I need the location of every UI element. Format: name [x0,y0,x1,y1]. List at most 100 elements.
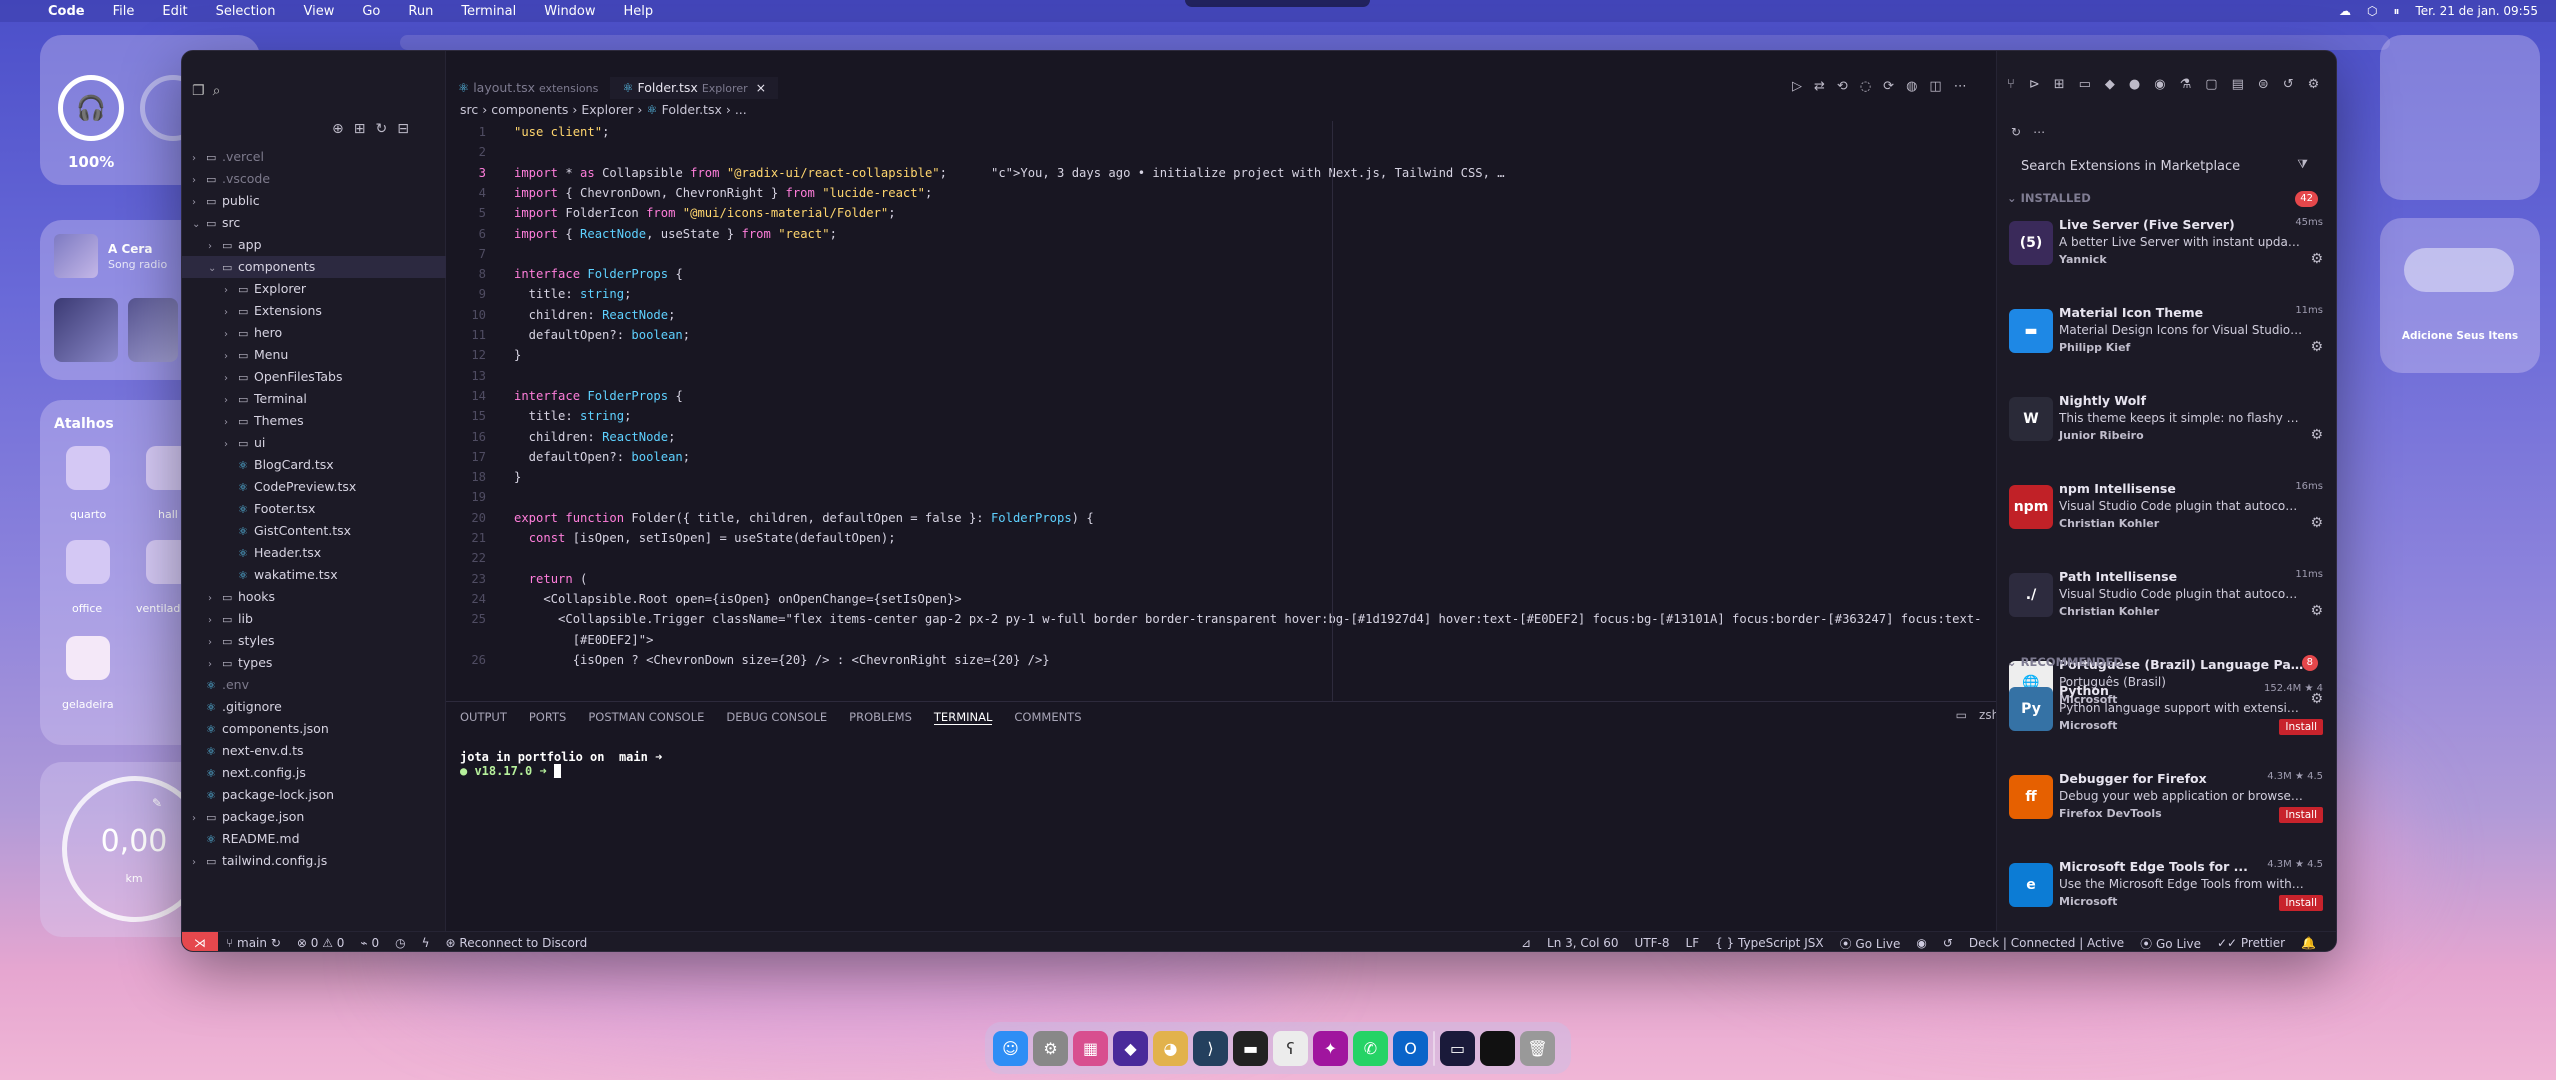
cube-icon[interactable]: ⬡ [2367,4,2377,18]
figma-icon[interactable]: ✦ [1313,1030,1348,1066]
terminal-icon[interactable]: ▭ [1956,708,1967,722]
recent-album[interactable] [54,298,118,362]
apple-tv-icon[interactable] [1480,1030,1515,1066]
launchpad-icon[interactable]: ▦ [1073,1030,1108,1066]
tree-folder[interactable]: › ▭ OpenFilesTabs [182,366,446,388]
extension-item[interactable]: e Microsoft Edge Tools for ... Use the Mic… [2007,855,2327,925]
remote-icon[interactable]: ▭ [2079,77,2091,92]
tab-folder[interactable]: ⚛ Folder.tsx Explorer × [610,77,779,99]
tree-folder[interactable]: › ▭ app [182,234,446,256]
lightning-icon[interactable]: ϟ [414,936,438,950]
menu-edit[interactable]: Edit [148,4,201,19]
run-debug-icon[interactable]: ⊳ [2029,77,2040,92]
split-editor-icon[interactable]: ◫ [1929,79,1941,94]
gear-icon[interactable]: ⚙ [2310,339,2323,355]
breadcrumb-item[interactable]: src [460,102,478,117]
extensions-search[interactable]: Search Extensions in Marketplace [2021,159,2240,174]
menu-run[interactable]: Run [394,4,447,19]
go-forward-icon[interactable]: ⟳ [1883,79,1894,94]
diff-icon[interactable]: ◌ [1860,79,1871,94]
deck-status[interactable]: Deck | Connected | Active [1961,936,2132,950]
menu-app-name[interactable]: Code [34,4,99,19]
tree-folder[interactable]: › ▭ Extensions [182,300,446,322]
tree-folder[interactable]: ⌄ ▭ src [182,212,446,234]
install-button[interactable]: Install [2279,895,2323,911]
tree-folder[interactable]: › ▭ lib [182,608,446,630]
menu-help[interactable]: Help [610,4,668,19]
shortcut-quarto[interactable] [66,446,110,490]
whatsapp-icon[interactable]: ✆ [1353,1030,1388,1066]
run-icon[interactable]: ▷ [1792,79,1802,94]
tree-file[interactable]: ⚛ wakatime.tsx [182,564,446,586]
tree-folder[interactable]: › ▭ Terminal [182,388,446,410]
notifications-icon[interactable]: 🔔 [2293,936,2324,950]
gear-icon[interactable]: ⚙ [2310,251,2323,267]
docker-icon[interactable]: ◆ [2105,77,2115,92]
settings-toggle-icon[interactable]: ⏸ [2393,4,2399,19]
doge-icon[interactable]: ◕ [1153,1030,1188,1066]
panel-tab[interactable]: PORTS [529,710,566,725]
go-live-button[interactable]: ⦿ Go Live [1832,935,1909,952]
branch-indicator[interactable]: ⑂ main ↻ [218,936,289,950]
tree-file[interactable]: ⚛ Footer.tsx [182,498,446,520]
tree-folder[interactable]: › ▭ types [182,652,446,674]
bear-icon[interactable]: ʕ [1273,1030,1308,1066]
sync-icon[interactable]: ↺ [1935,936,1961,950]
tree-file[interactable]: ⚛ package-lock.json [182,784,446,806]
files-icon[interactable]: ❐ [192,83,205,99]
line-ending[interactable]: LF [1678,936,1708,950]
outlook-icon[interactable]: O [1393,1030,1428,1066]
gear-icon[interactable]: ⚙ [2310,515,2323,531]
github-icon[interactable]: ● [2129,77,2140,92]
clock-icon[interactable]: ◷ [387,936,413,950]
more-actions-icon[interactable]: ⋯ [2033,125,2045,139]
tree-folder[interactable]: › ▭ tailwind.config.js [182,850,446,872]
tree-file[interactable]: ⚛ next.config.js [182,762,446,784]
installed-header[interactable]: ⌄ INSTALLED [2007,191,2091,205]
tree-file[interactable]: ⚛ BlogCard.tsx [182,454,446,476]
git-compare-icon[interactable]: ⇄ [1814,79,1825,94]
tree-file[interactable]: ⚛ Header.tsx [182,542,446,564]
tree-folder[interactable]: › ▭ ui [182,432,446,454]
cursor-position[interactable]: Ln 3, Col 60 [1539,936,1627,950]
system-settings-icon[interactable]: ⚙ [1033,1030,1068,1066]
cloud-icon[interactable]: ☁ [2339,4,2351,18]
extension-item[interactable]: ff Debugger for Firefox Debug your web app… [2007,767,2327,837]
breadcrumb-item[interactable]: Folder.tsx [662,102,722,117]
extension-item[interactable]: npm npm Intellisense Visual Studio Code pl… [2007,477,2327,547]
panel-tab[interactable]: OUTPUT [460,710,507,725]
menu-view[interactable]: View [289,4,348,19]
language-mode[interactable]: { } TypeScript JSX [1707,936,1831,950]
top-right-widget[interactable] [2380,35,2540,200]
breadcrumb-item[interactable]: Explorer [581,102,633,117]
vscode-icon[interactable]: ⟩ [1193,1030,1228,1066]
ports-indicator[interactable]: ⌁ 0 [352,936,387,950]
gear-icon[interactable]: ⚙ [2310,427,2323,443]
add-items-widget[interactable]: Adicione Seus Itens [2380,218,2540,373]
trash-icon[interactable]: 🗑 [1520,1030,1555,1066]
terminal-app-icon[interactable]: ▬ [1233,1030,1268,1066]
folder-icon[interactable]: ▢ [2205,77,2217,92]
panel-tab[interactable]: DEBUG CONSOLE [726,710,827,725]
new-file-icon[interactable]: ⊕ [332,121,344,137]
search-icon[interactable]: ⌕ [213,83,221,99]
tree-file[interactable]: ⚛ .env [182,674,446,696]
go-back-icon[interactable]: ⟲ [1837,79,1848,94]
terminal-output[interactable]: jota in portfolio on main ➜ ● v18.17.0 ➜… [460,750,662,778]
history-icon[interactable]: ↺ [2283,77,2294,92]
recommended-header[interactable]: ⌄ RECOMMENDED [2007,655,2123,669]
extension-item[interactable]: Py Python Python language support with ext… [2007,679,2327,749]
tree-folder[interactable]: › ▭ Menu [182,344,446,366]
install-button[interactable]: Install [2279,719,2323,735]
tree-file[interactable]: ⚛ README.md [182,828,446,850]
extension-item[interactable]: ./ Path Intellisense Visual Studio Code pl… [2007,565,2327,635]
menu-terminal[interactable]: Terminal [447,4,530,19]
go-live-button[interactable]: ⦿ Go Live [2132,935,2209,952]
tab-layout[interactable]: ⚛ layout.tsx extensions [446,77,610,99]
arc-icon[interactable]: ◆ [1113,1030,1148,1066]
problems-indicator[interactable]: ⊗ 0 ⚠ 0 [289,936,353,950]
tree-file[interactable]: ⚛ CodePreview.tsx [182,476,446,498]
panel-tab[interactable]: COMMENTS [1014,710,1081,725]
tree-folder[interactable]: › ▭ .vercel [182,146,446,168]
tree-folder[interactable]: › ▭ hooks [182,586,446,608]
